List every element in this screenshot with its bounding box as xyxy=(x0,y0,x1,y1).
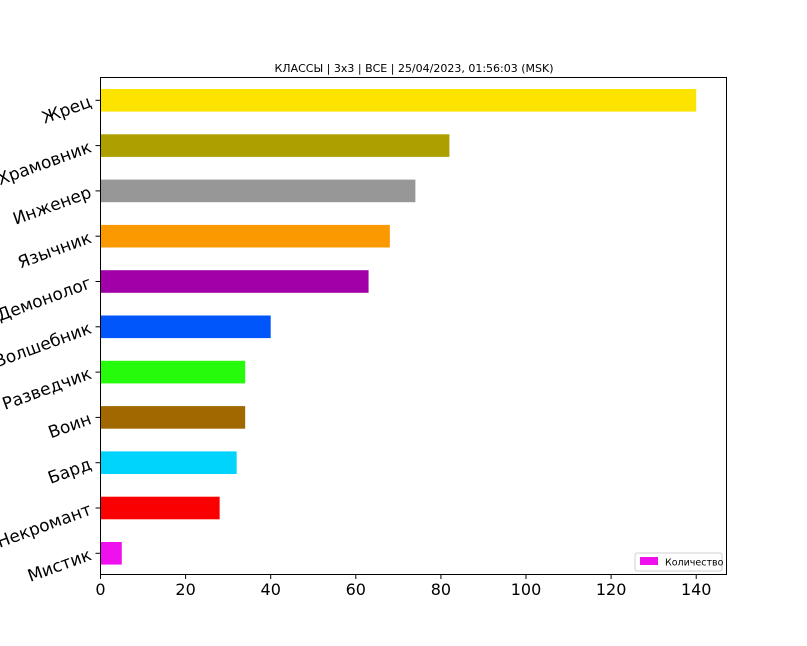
bar-9 xyxy=(100,451,237,474)
bar-6 xyxy=(100,315,271,339)
bar-7 xyxy=(100,360,246,384)
x-tick-label: 140 xyxy=(681,580,712,599)
y-tick-label: Мистик xyxy=(25,545,94,586)
bar-chart: КЛАССЫ | 3x3 | ВСЕ | 25/04/2023, 01:56:0… xyxy=(0,62,727,599)
y-tick-label: Бард xyxy=(45,455,94,489)
x-tick-labels: 0 20 40 60 80 100 120 140 xyxy=(95,574,711,599)
x-tick-label: 0 xyxy=(95,580,105,599)
x-tick-label: 60 xyxy=(346,580,366,599)
y-tick-label: Волшебник xyxy=(0,319,94,373)
y-tick-label: Некромант xyxy=(0,500,94,553)
x-tick-label: 40 xyxy=(261,580,281,599)
y-tick-label: Воин xyxy=(46,409,94,443)
x-tick-label: 80 xyxy=(431,580,451,599)
bar-2 xyxy=(100,134,450,157)
bar-5 xyxy=(100,270,369,293)
y-tick-label: Язычник xyxy=(15,228,94,273)
legend-swatch xyxy=(640,557,658,565)
x-tick-label: 100 xyxy=(511,580,542,599)
y-tick-label: Храмовник xyxy=(0,138,94,190)
legend: Количество xyxy=(634,552,724,572)
bar-8 xyxy=(100,406,246,429)
chart-title: КЛАССЫ | 3x3 | ВСЕ | 25/04/2023, 01:56:0… xyxy=(274,62,553,75)
bar-4 xyxy=(100,224,390,248)
bar-11 xyxy=(100,542,122,565)
bar-10 xyxy=(100,496,220,520)
bar-1 xyxy=(100,89,697,112)
x-tick-label: 120 xyxy=(596,580,627,599)
y-tick-labels: Жрец ХрамовникИнженерЯзычникДемонологВолш… xyxy=(0,92,101,587)
bars-group xyxy=(100,89,697,565)
y-tick-label: Жрец xyxy=(39,92,94,128)
bar-3 xyxy=(100,179,416,203)
x-tick-label: 20 xyxy=(175,580,195,599)
legend-label: Количество xyxy=(665,558,724,569)
y-tick-label: Инженер xyxy=(10,183,94,230)
y-tick-label: Разведчик xyxy=(0,364,94,415)
y-tick-label: Демонолог xyxy=(0,273,94,326)
